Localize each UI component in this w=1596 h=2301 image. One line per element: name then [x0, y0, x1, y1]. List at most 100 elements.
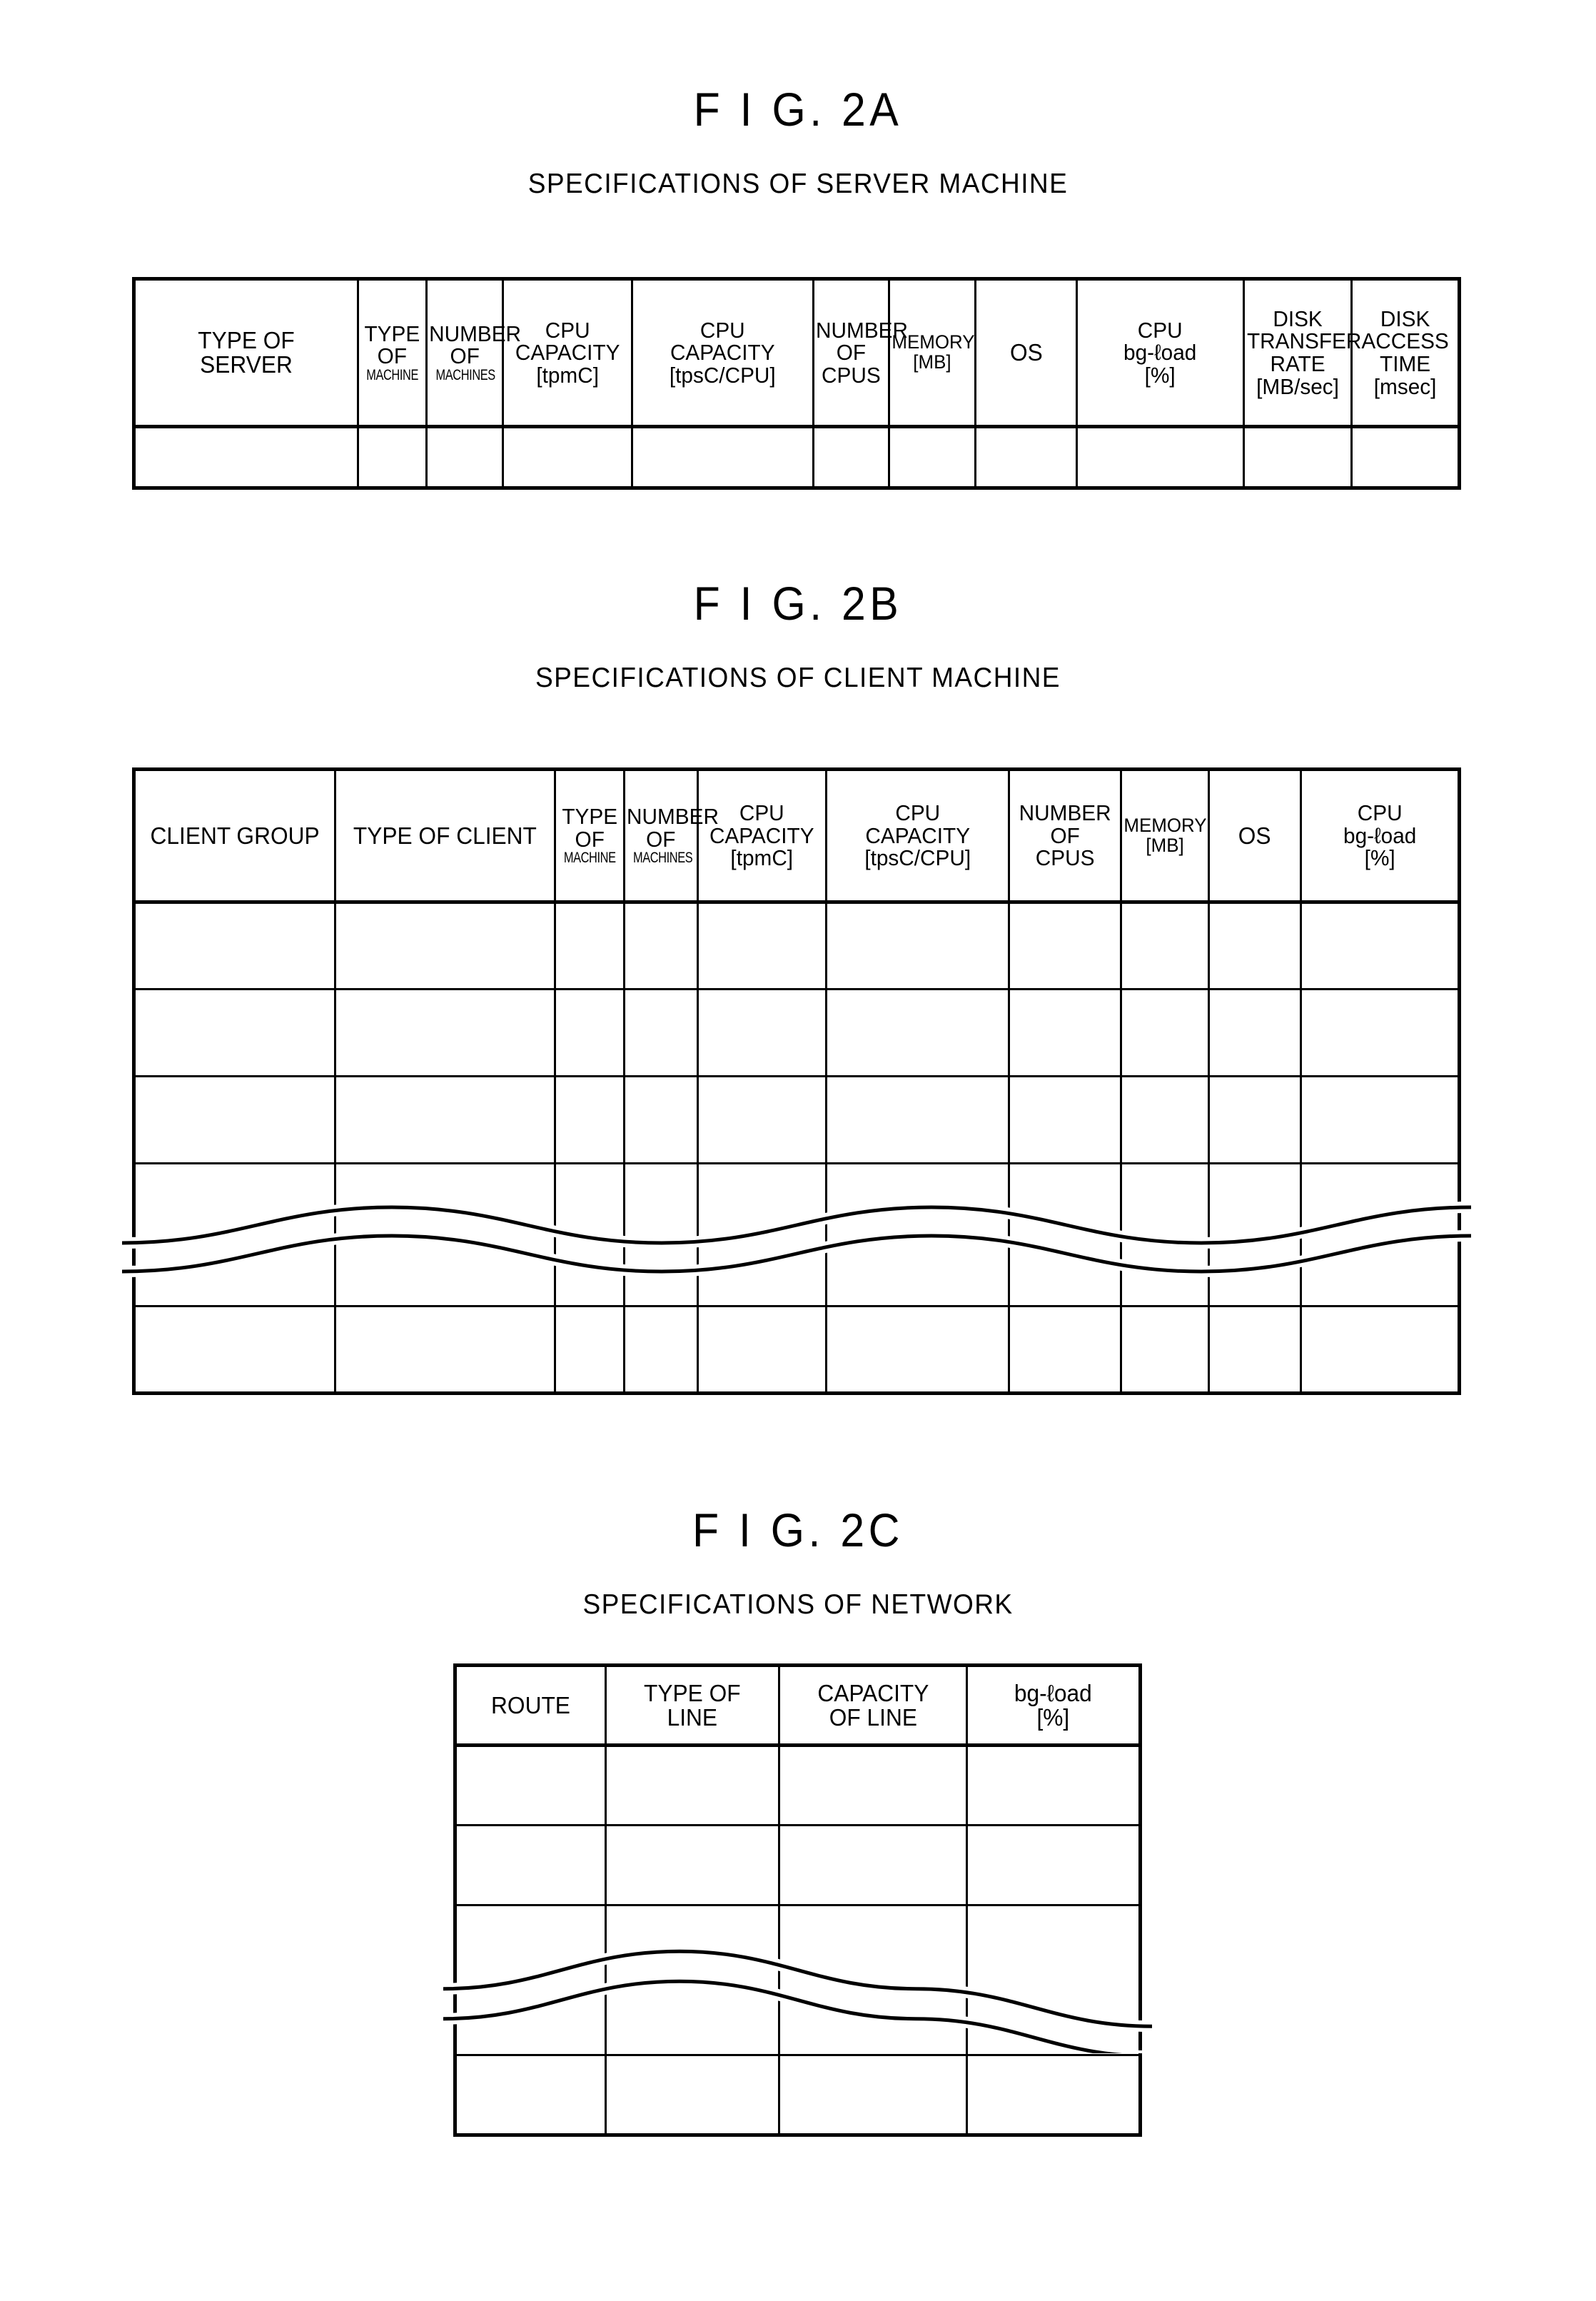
- table-cell[interactable]: [696, 988, 827, 1077]
- table-cell[interactable]: [334, 1305, 556, 1394]
- table-cell[interactable]: [777, 1824, 969, 1906]
- table-cell[interactable]: [887, 426, 976, 489]
- table-cell[interactable]: [334, 901, 556, 990]
- table-cell[interactable]: [1242, 426, 1353, 489]
- table-cell[interactable]: [132, 1305, 337, 1394]
- table-cell[interactable]: [454, 1744, 607, 1826]
- table-cell[interactable]: [812, 426, 890, 489]
- table-cell[interactable]: [824, 1162, 1010, 1307]
- fig-2c-table: ROUTE TYPE OF LINE CAPACITY OF LINE bg-ℓoad [%…: [453, 1663, 1142, 2137]
- column-header-7: OS: [974, 278, 1079, 428]
- table-cell[interactable]: [1120, 901, 1211, 990]
- table-cell[interactable]: [1208, 1305, 1302, 1394]
- table-cell[interactable]: [696, 1075, 827, 1164]
- table-cell[interactable]: [1007, 1162, 1123, 1307]
- table-cell[interactable]: [966, 1824, 1141, 1906]
- column-header-8: OS: [1208, 768, 1302, 904]
- column-header-1: TYPE OF LINE: [604, 1664, 780, 1747]
- table-cell[interactable]: [1208, 1162, 1302, 1307]
- table-cell[interactable]: [454, 1824, 607, 1906]
- table-cell[interactable]: [502, 426, 634, 489]
- table-cell[interactable]: [1208, 901, 1302, 990]
- column-header-1: TYPE OF CLIENT: [334, 768, 556, 904]
- table-cell[interactable]: [1120, 1162, 1211, 1307]
- figure-2c-title: F I G. 2C: [692, 1504, 904, 1556]
- table-cell[interactable]: [1007, 988, 1123, 1077]
- table-cell[interactable]: [425, 426, 505, 489]
- table-cell[interactable]: [1350, 426, 1461, 489]
- header-label: TYPE OF CLIENT: [353, 822, 537, 849]
- table-cell[interactable]: [824, 988, 1010, 1077]
- header-label-main: NUMBER OF: [627, 804, 719, 852]
- header-label-sub: MACHINE: [563, 850, 616, 867]
- figure-2b-block: F I G. 2B SPECIFICATIONS OF CLIENT MACHI…: [0, 580, 1596, 692]
- table-cell[interactable]: [604, 1744, 780, 1826]
- table-cell[interactable]: [334, 1162, 556, 1307]
- table-cell[interactable]: [1120, 1305, 1211, 1394]
- table-cell[interactable]: [777, 1744, 969, 1826]
- table-cell[interactable]: [454, 2054, 607, 2136]
- table-cell[interactable]: [132, 1162, 337, 1307]
- table-cell[interactable]: [553, 1305, 626, 1394]
- header-label-sub: MACHINES: [435, 366, 495, 383]
- table-cell[interactable]: [631, 426, 814, 489]
- table-cell[interactable]: [604, 1824, 780, 1906]
- table-cell[interactable]: [777, 2054, 969, 2136]
- column-header-2: NUMBER OF MACHINES: [425, 278, 521, 428]
- table-cell[interactable]: [133, 426, 359, 489]
- header-label: CLIENT GROUP: [150, 822, 320, 849]
- table-cell[interactable]: [777, 1904, 969, 2056]
- table-cell[interactable]: [623, 1162, 699, 1307]
- column-header-4: CPU CAPACITY [tpmC]: [696, 768, 827, 904]
- table-cell[interactable]: [1299, 1162, 1461, 1307]
- header-label-sub: MACHINES: [633, 850, 693, 867]
- header-label: ROUTE: [491, 1691, 570, 1718]
- table-cell[interactable]: [1208, 1075, 1302, 1164]
- table-row: [132, 1305, 1461, 1394]
- table-cell[interactable]: [966, 2054, 1141, 2136]
- table-cell[interactable]: [1299, 988, 1461, 1077]
- table-cell[interactable]: [966, 1904, 1141, 2056]
- table-cell[interactable]: [1299, 1075, 1461, 1164]
- table-cell[interactable]: [132, 988, 337, 1077]
- table-cell[interactable]: [553, 901, 626, 990]
- table-cell[interactable]: [356, 426, 428, 489]
- table-cell[interactable]: [696, 1305, 827, 1394]
- table-cell[interactable]: [553, 988, 626, 1077]
- table-cell[interactable]: [1208, 988, 1302, 1077]
- table-cell[interactable]: [824, 1075, 1010, 1164]
- table-cell[interactable]: [824, 901, 1010, 990]
- table-cell[interactable]: [604, 1904, 780, 2056]
- table-cell[interactable]: [824, 1305, 1010, 1394]
- table-cell[interactable]: [604, 2054, 780, 2136]
- table-cell[interactable]: [966, 1744, 1141, 1826]
- table-cell[interactable]: [334, 1075, 556, 1164]
- table-cell[interactable]: [623, 1075, 699, 1164]
- table-cell[interactable]: [696, 1162, 827, 1307]
- table-cell[interactable]: [623, 1305, 699, 1394]
- table-cell[interactable]: [1007, 1075, 1123, 1164]
- header-label-main: TYPE OF: [562, 804, 618, 852]
- table-cell[interactable]: [696, 901, 827, 990]
- table-cell[interactable]: [454, 1904, 607, 2056]
- table-cell[interactable]: [1299, 1305, 1461, 1394]
- table-cell[interactable]: [623, 988, 699, 1077]
- table-cell[interactable]: [553, 1162, 626, 1307]
- table-cell[interactable]: [132, 1075, 337, 1164]
- table-cell[interactable]: [132, 901, 337, 990]
- table-cell[interactable]: [334, 988, 556, 1077]
- table-cell[interactable]: [553, 1075, 626, 1164]
- table-cell[interactable]: [1007, 1305, 1123, 1394]
- table-cell[interactable]: [974, 426, 1079, 489]
- table-cell[interactable]: [1120, 988, 1211, 1077]
- column-header-5: CPU CAPACITY [tpsC/CPU]: [824, 768, 1010, 904]
- table-cell[interactable]: [1076, 426, 1245, 489]
- header-label: OS: [1009, 339, 1043, 366]
- header-label: DISK ACCESS TIME [msec]: [1361, 306, 1449, 399]
- table-cell[interactable]: [1299, 901, 1461, 990]
- table-cell[interactable]: [1007, 901, 1123, 990]
- header-label: MEMORY [MB]: [1123, 814, 1207, 856]
- table-cell[interactable]: [1120, 1075, 1211, 1164]
- column-header-1: TYPE OF MACHINE: [356, 278, 428, 428]
- table-cell[interactable]: [623, 901, 699, 990]
